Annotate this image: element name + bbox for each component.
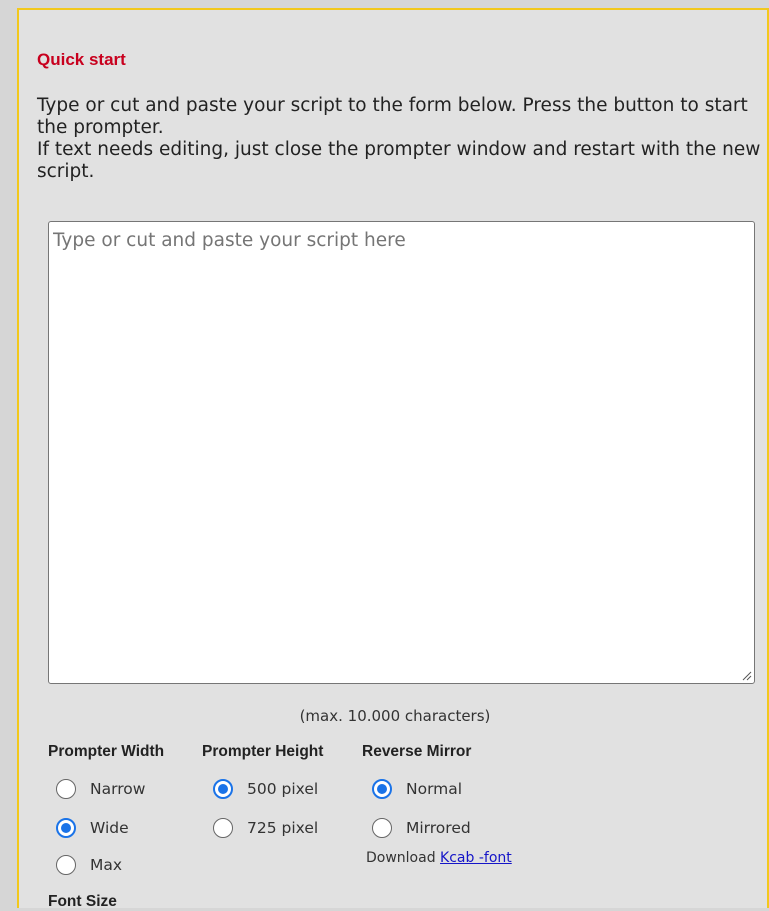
width-wide-radio[interactable]: [56, 818, 76, 838]
kcab-font-link[interactable]: Kcab -font: [440, 850, 512, 866]
height-option-500[interactable]: 500 pixel: [213, 779, 318, 799]
quick-start-panel: Quick start Type or cut and paste your s…: [17, 8, 769, 910]
download-prefix: Download: [366, 850, 436, 866]
width-wide-label: Wide: [90, 819, 129, 837]
reverse-mirror-heading: Reverse Mirror: [362, 743, 472, 760]
mirror-mirrored-radio[interactable]: [372, 818, 392, 838]
prompter-width-heading: Prompter Width: [48, 743, 165, 760]
script-textarea[interactable]: [53, 230, 750, 675]
mirror-option-mirrored[interactable]: Mirrored: [372, 818, 471, 838]
height-725-radio[interactable]: [213, 818, 233, 838]
intro-text: Type or cut and paste your script to the…: [37, 95, 762, 183]
width-option-wide[interactable]: Wide: [56, 818, 129, 838]
mirror-normal-radio[interactable]: [372, 779, 392, 799]
intro-line-2: If text needs editing, just close the pr…: [37, 139, 761, 182]
height-725-label: 725 pixel: [247, 819, 319, 837]
max-characters-note: (max. 10.000 characters): [299, 707, 491, 725]
mirror-mirrored-label: Mirrored: [406, 819, 471, 837]
width-narrow-radio[interactable]: [56, 779, 76, 799]
resize-grip-icon[interactable]: [740, 669, 752, 681]
width-max-radio[interactable]: [56, 855, 76, 875]
font-size-heading: Font Size: [48, 893, 117, 910]
prompter-height-heading: Prompter Height: [202, 743, 324, 760]
mirror-option-normal[interactable]: Normal: [372, 779, 462, 799]
width-option-max[interactable]: Max: [56, 855, 122, 875]
height-option-725[interactable]: 725 pixel: [213, 818, 318, 838]
intro-line-1: Type or cut and paste your script to the…: [37, 95, 748, 138]
width-max-label: Max: [90, 856, 123, 874]
mirror-normal-label: Normal: [406, 780, 463, 798]
quick-start-title: Quick start: [37, 50, 126, 69]
download-font-text: Download Kcab -font: [366, 850, 512, 866]
width-option-narrow[interactable]: Narrow: [56, 779, 145, 799]
width-narrow-label: Narrow: [90, 780, 146, 798]
height-500-label: 500 pixel: [247, 780, 319, 798]
script-textarea-frame: [48, 221, 755, 684]
height-500-radio[interactable]: [213, 779, 233, 799]
